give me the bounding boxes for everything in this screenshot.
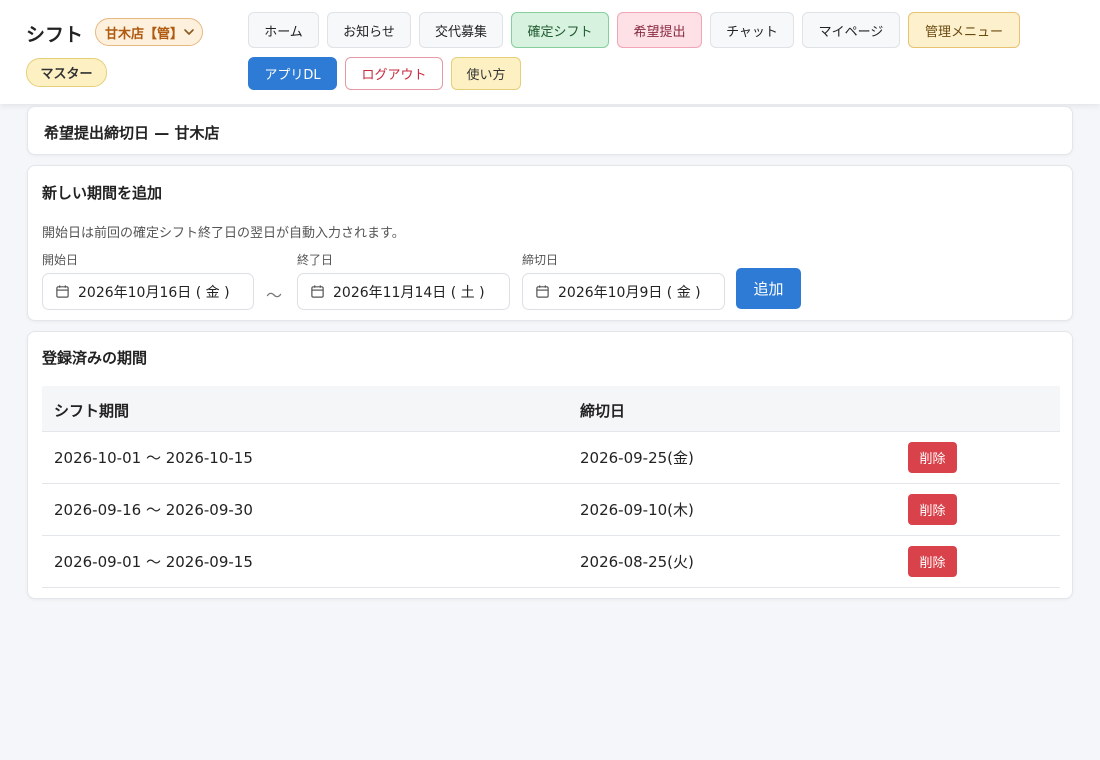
table-row: 2026-09-16 〜 2026-09-30 2026-09-10(木) 削除 (42, 484, 1060, 536)
store-select[interactable]: 甘木店【管】 (95, 18, 203, 46)
app-download-button[interactable]: アプリDL (248, 57, 337, 90)
nav-confirmed-shift-button[interactable]: 確定シフト (511, 12, 609, 48)
chevron-down-icon (184, 29, 194, 35)
add-period-card: 新しい期間を追加 開始日は前回の確定シフト終了日の翌日が自動入力されます。 開始… (27, 165, 1073, 321)
nav-request-submit-button[interactable]: 希望提出 (617, 12, 702, 48)
start-date-label: 開始日 (42, 253, 79, 267)
column-header-period: シフト期間 (54, 402, 130, 420)
add-period-button[interactable]: 追加 (736, 268, 801, 309)
calendar-icon (311, 285, 324, 298)
end-date-input[interactable]: 2026年11月14日 ( 土 ) (297, 273, 510, 310)
deadline-label: 締切日 (522, 253, 559, 267)
store-select-label: 甘木店【管】 (105, 26, 184, 42)
logout-button[interactable]: ログアウト (345, 57, 443, 90)
table-row: 2026-09-01 〜 2026-09-15 2026-08-25(火) 削除 (42, 536, 1060, 588)
app-title: シフト (26, 24, 84, 46)
deadline-date-value: 2026年10月9日 ( 金 ) (558, 284, 701, 301)
role-badge: マスター (26, 58, 107, 87)
nav-home-button[interactable]: ホーム (248, 12, 319, 48)
registered-periods-table: シフト期間 締切日 2026-10-01 〜 2026-10-15 2026-0… (42, 386, 1060, 588)
nav-chat-button[interactable]: チャット (710, 12, 794, 48)
column-header-deadline: 締切日 (580, 402, 626, 420)
page-title-card: 希望提出締切日 — 甘木店 (27, 106, 1073, 155)
howto-button[interactable]: 使い方 (451, 57, 521, 90)
table-row: 2026-10-01 〜 2026-10-15 2026-09-25(金) 削除 (42, 432, 1060, 484)
start-date-input[interactable]: 2026年10月16日 ( 金 ) (42, 273, 254, 310)
row-deadline: 2026-09-25(金) (580, 449, 694, 467)
delete-button[interactable]: 削除 (908, 546, 957, 577)
table-header: シフト期間 締切日 (42, 386, 1060, 432)
registered-periods-card: 登録済みの期間 シフト期間 締切日 2026-10-01 〜 2026-10-1… (27, 331, 1073, 599)
row-period: 2026-09-16 〜 2026-09-30 (54, 501, 253, 519)
delete-button[interactable]: 削除 (908, 442, 957, 473)
range-separator: 〜 (266, 286, 283, 305)
add-period-help: 開始日は前回の確定シフト終了日の翌日が自動入力されます。 (42, 226, 405, 241)
delete-button[interactable]: 削除 (908, 494, 957, 525)
deadline-date-input[interactable]: 2026年10月9日 ( 金 ) (522, 273, 725, 310)
app-header: シフト 甘木店【管】 マスター ホーム お知らせ 交代募集 確定シフト 希望提出… (0, 0, 1100, 104)
nav-mypage-button[interactable]: マイページ (802, 12, 900, 48)
row-deadline: 2026-08-25(火) (580, 553, 694, 571)
end-date-value: 2026年11月14日 ( 土 ) (333, 284, 485, 301)
add-period-title: 新しい期間を追加 (42, 184, 163, 202)
page-title: 希望提出締切日 — 甘木店 (44, 124, 220, 142)
start-date-value: 2026年10月16日 ( 金 ) (78, 284, 230, 301)
row-deadline: 2026-09-10(木) (580, 501, 694, 519)
calendar-icon (56, 285, 69, 298)
end-date-label: 終了日 (297, 253, 334, 267)
row-period: 2026-09-01 〜 2026-09-15 (54, 553, 253, 571)
nav-swap-button[interactable]: 交代募集 (419, 12, 503, 48)
row-period: 2026-10-01 〜 2026-10-15 (54, 449, 253, 467)
nav-admin-menu-button[interactable]: 管理メニュー (908, 12, 1020, 48)
calendar-icon (536, 285, 549, 298)
nav-news-button[interactable]: お知らせ (327, 12, 411, 48)
registered-periods-title: 登録済みの期間 (42, 349, 148, 367)
